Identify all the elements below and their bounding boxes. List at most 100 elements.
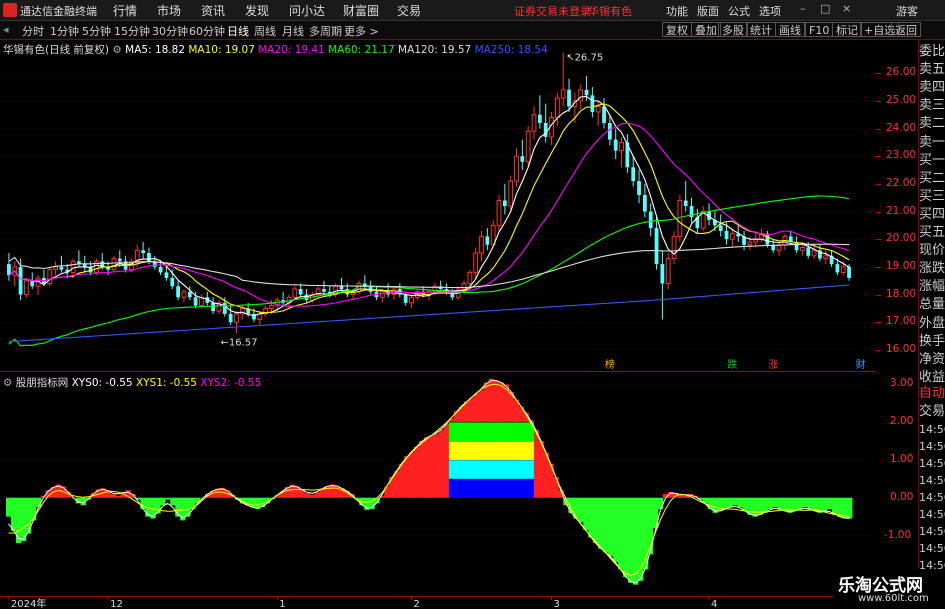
candle-down — [718, 225, 723, 231]
indicator-highlight-band — [503, 441, 510, 460]
guest-user[interactable]: 游客 — [896, 3, 918, 19]
toolbar-back-icon[interactable]: ◂ — [3, 23, 9, 36]
indicator-highlight-band — [493, 422, 500, 442]
tool-draw[interactable]: 画线 — [775, 22, 805, 37]
tool-return[interactable]: 返回 — [891, 22, 921, 37]
indicator-highlight-band — [448, 459, 455, 479]
indicator-bar — [329, 484, 335, 498]
indicator-highlight-band — [458, 478, 465, 498]
menu-wealth[interactable]: 财富圈 — [343, 2, 379, 19]
period-15min[interactable]: 15分钟 — [114, 23, 150, 39]
indicator-bar — [613, 497, 619, 562]
indicator-bar — [394, 471, 400, 498]
indicator-tick-label: 0.00 — [890, 490, 914, 503]
indicator-highlight-band — [513, 422, 519, 442]
price-tick-mark — [876, 73, 881, 75]
indicator-bar — [249, 497, 256, 508]
candle-down — [164, 272, 169, 278]
menu-market[interactable]: 市场 — [157, 2, 181, 19]
period-1min[interactable]: 1分钟 — [50, 23, 79, 39]
indicator-highlight-band — [463, 422, 470, 442]
period-toolbar: ◂ 分时 1分钟 5分钟 15分钟 30分钟 60分钟 日线 周线 月线 多周期… — [0, 21, 945, 40]
candle-down — [613, 139, 618, 151]
indicator-bar — [309, 494, 315, 498]
candle-down — [485, 236, 490, 245]
date-tick-label: 3 — [554, 599, 560, 609]
settings-icon[interactable]: ⚙ — [112, 44, 121, 56]
close-icon[interactable]: × — [842, 2, 851, 15]
indicator-bar — [578, 497, 584, 523]
indicator-panel[interactable]: ⚙ 股朋指标网 XYS0: -0.55 XYS1: -0.55 XYS2: -0… — [0, 373, 876, 596]
period-tick[interactable]: 分时 — [22, 23, 44, 39]
candle-up — [391, 288, 397, 296]
period-daily[interactable]: 日线 — [227, 23, 249, 39]
indicator-bar — [588, 497, 594, 538]
menu-ask[interactable]: 问小达 — [289, 2, 325, 19]
indicator-highlight-band — [498, 441, 505, 460]
indicator-highlight-band — [518, 422, 524, 442]
menu-formula[interactable]: 公式 — [728, 3, 750, 19]
indicator-bar — [593, 497, 599, 544]
candle-up — [729, 233, 735, 240]
menu-news[interactable]: 资讯 — [201, 2, 225, 19]
period-monthly[interactable]: 月线 — [282, 23, 304, 39]
indicator-highlight-band — [453, 459, 460, 479]
menu-trade[interactable]: 交易 — [397, 2, 421, 19]
indicator-highlight-band — [473, 422, 480, 442]
tool-adjust[interactable]: 复权 — [662, 22, 692, 37]
menu-layout[interactable]: 版面 — [697, 3, 719, 19]
candlestick-chart[interactable]: ↖26.75 ←16.57 榜 跌 涨 财 — [0, 40, 876, 372]
price-tick-mark — [876, 128, 881, 130]
period-30min[interactable]: 30分钟 — [152, 23, 188, 39]
indicator-chart[interactable] — [0, 373, 876, 596]
login-warning[interactable]: 证券交易未登录 — [514, 3, 591, 19]
menu-discover[interactable]: 发现 — [245, 2, 269, 19]
candle-down — [642, 194, 647, 212]
candle-up — [531, 114, 537, 132]
indicator-highlight-band — [523, 478, 529, 498]
indicator-highlight-band — [468, 459, 475, 479]
tool-overlay[interactable]: 叠加 — [691, 22, 721, 37]
indicator-highlight-band — [458, 422, 465, 442]
tool-mark[interactable]: 标记 — [832, 22, 862, 37]
period-weekly[interactable]: 周线 — [254, 23, 276, 39]
menu-quotes[interactable]: 行情 — [113, 2, 137, 19]
candle-down — [403, 294, 408, 303]
tool-statistics[interactable]: 统计 — [746, 22, 776, 37]
indicator-highlight-band — [518, 441, 524, 460]
indicator-highlight-band — [523, 422, 529, 442]
indicator-highlight-band — [528, 441, 534, 460]
indicator-legend-item: XYS0: -0.55 — [71, 377, 133, 389]
candle-down — [537, 114, 542, 123]
price-chart-panel[interactable]: ↖26.75 ←16.57 榜 跌 涨 财 华锡有色(日线 前复权) ⚙ MA5: 18.… — [0, 40, 876, 372]
period-more[interactable]: 更多 > — [344, 23, 379, 39]
maximize-icon[interactable]: □ — [820, 2, 830, 15]
indicator-settings-icon[interactable]: ⚙ — [3, 377, 12, 389]
candle-up — [514, 155, 519, 182]
candle-down — [590, 95, 595, 112]
tool-multi-stock[interactable]: 多股 — [718, 22, 748, 37]
date-tick-label: 2024年 — [11, 597, 46, 609]
minimize-icon[interactable]: – — [800, 2, 806, 15]
menu-functions[interactable]: 功能 — [666, 3, 688, 19]
indicator-highlight-band — [488, 478, 495, 498]
price-tick-mark — [876, 349, 881, 351]
tool-f10[interactable]: F10 — [805, 22, 834, 37]
period-60min[interactable]: 60分钟 — [189, 23, 225, 39]
candle-down — [584, 89, 589, 96]
date-tick-label: 1 — [279, 599, 285, 609]
candle-up — [595, 105, 601, 113]
indicator-highlight-band — [513, 441, 519, 460]
tick-time: 14:56 — [919, 508, 945, 521]
candle-down — [520, 156, 525, 162]
price-tick-label: 19.00 — [886, 259, 917, 272]
candle-up — [554, 97, 560, 118]
event-marker: 财 — [856, 358, 866, 371]
indicator-bar — [623, 497, 629, 578]
period-5min[interactable]: 5分钟 — [82, 23, 111, 39]
indicator-bar — [424, 437, 430, 498]
menu-options[interactable]: 选项 — [759, 3, 781, 19]
period-multi[interactable]: 多周期 — [309, 23, 342, 39]
trade-button[interactable]: 交易 — [919, 402, 945, 423]
indicator-bar — [404, 456, 410, 498]
